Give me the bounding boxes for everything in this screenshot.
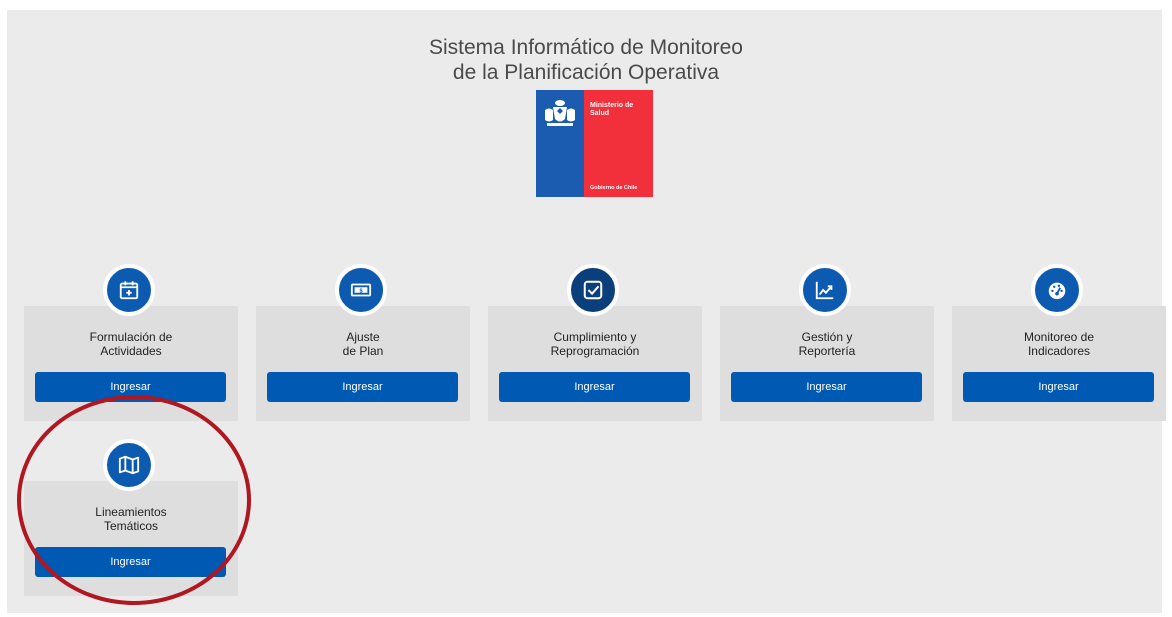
module-card-cumplimiento: Cumplimiento y Reprogramación Ingresar bbox=[488, 306, 702, 421]
page-title-line2: de la Planificación Operativa bbox=[452, 61, 720, 84]
module-label: Ajuste de Plan bbox=[256, 330, 470, 358]
logo-blue-block bbox=[536, 90, 584, 197]
module-label-line2: de Plan bbox=[342, 344, 384, 358]
module-card-formulacion: Formulación de Actividades Ingresar bbox=[24, 306, 238, 421]
svg-text:$: $ bbox=[359, 288, 362, 294]
page-title-line1: Sistema Informático de Monitoreo bbox=[429, 36, 743, 59]
logo-ministry-line2: Salud bbox=[590, 110, 610, 117]
logo-ministry-line1: Ministerio de bbox=[590, 102, 634, 109]
module-card-ajuste: Ajuste de Plan Ingresar bbox=[256, 306, 470, 421]
logo-red-block: Ministerio de Salud Gobierno de Chile bbox=[584, 90, 653, 197]
module-label: Lineamientos Temáticos bbox=[24, 505, 238, 533]
module-label-line2: Actividades bbox=[100, 344, 162, 358]
logo-government-text: Gobierno de Chile bbox=[590, 185, 638, 191]
ingresar-button-monitoreo[interactable]: Ingresar bbox=[963, 372, 1154, 402]
dashboard-gauge-icon[interactable] bbox=[1031, 264, 1083, 316]
line-chart-icon[interactable] bbox=[799, 264, 851, 316]
module-card-monitoreo: Monitoreo de Indicadores Ingresar bbox=[952, 306, 1166, 421]
module-label-line1: Cumplimiento y bbox=[553, 330, 637, 344]
ingresar-button-cumplimiento[interactable]: Ingresar bbox=[499, 372, 690, 402]
coat-of-arms-icon bbox=[545, 100, 575, 126]
ingresar-button-ajuste[interactable]: Ingresar bbox=[267, 372, 458, 402]
module-label: Monitoreo de Indicadores bbox=[952, 330, 1166, 358]
calendar-plus-icon[interactable] bbox=[103, 264, 155, 316]
ingresar-button-gestion[interactable]: Ingresar bbox=[731, 372, 922, 402]
module-label-line2: Reportería bbox=[798, 344, 856, 358]
map-icon[interactable] bbox=[103, 439, 155, 491]
module-label-line2: Reprogramación bbox=[550, 344, 640, 358]
module-label-line1: Formulación de bbox=[89, 330, 173, 344]
check-square-icon[interactable] bbox=[567, 264, 619, 316]
logo-ministry-text: Ministerio de Salud bbox=[590, 102, 633, 118]
module-label: Cumplimiento y Reprogramación bbox=[488, 330, 702, 358]
module-card-gestion: Gestión y Reportería Ingresar bbox=[720, 306, 934, 421]
module-label: Gestión y Reportería bbox=[720, 330, 934, 358]
module-label-line1: Ajuste bbox=[346, 330, 380, 344]
module-label-line1: Monitoreo de bbox=[1023, 330, 1095, 344]
ingresar-button-lineamientos[interactable]: Ingresar bbox=[35, 547, 226, 577]
ministry-logo: Ministerio de Salud Gobierno de Chile bbox=[536, 90, 653, 197]
module-label: Formulación de Actividades bbox=[24, 330, 238, 358]
module-card-lineamientos: Lineamientos Temáticos Ingresar bbox=[24, 481, 238, 596]
module-label-line2: Temáticos bbox=[103, 519, 159, 533]
module-label-line2: Indicadores bbox=[1027, 344, 1091, 358]
module-label-line1: Gestión y bbox=[801, 330, 853, 344]
money-bill-icon[interactable]: $ bbox=[335, 264, 387, 316]
module-label-line1: Lineamientos bbox=[95, 505, 167, 519]
ingresar-button-formulacion[interactable]: Ingresar bbox=[35, 372, 226, 402]
